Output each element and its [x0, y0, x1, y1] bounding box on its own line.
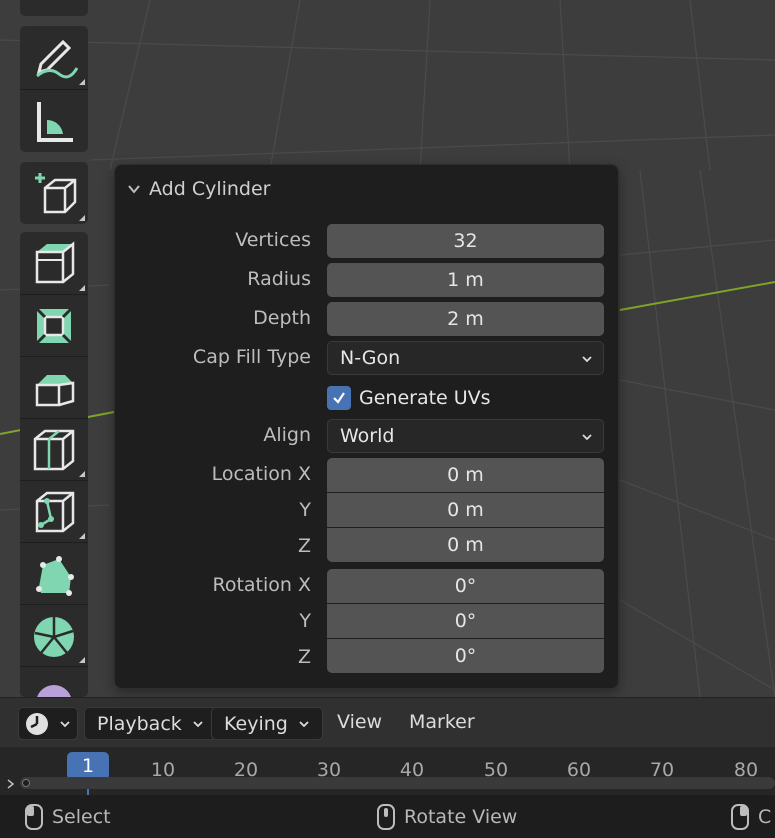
- loop-cut-icon: [33, 429, 75, 470]
- mouse-left-icon: [25, 804, 43, 830]
- add-cube-icon: [35, 173, 77, 214]
- measure-tool[interactable]: [20, 89, 88, 151]
- cap-fill-type-dropdown[interactable]: N-Gon: [327, 341, 604, 375]
- keying-menu[interactable]: Keying: [211, 707, 323, 740]
- extrude-tool[interactable]: [20, 232, 88, 294]
- status-select: Select: [24, 803, 111, 831]
- inset-faces-icon: [35, 307, 73, 344]
- align-label: Align: [263, 424, 311, 446]
- location-x-label: Location X: [211, 463, 311, 485]
- vertices-field[interactable]: 32: [327, 224, 604, 258]
- playback-menu[interactable]: Playback: [84, 707, 217, 740]
- status-rotate-view: Rotate View: [376, 803, 517, 831]
- inset-tool[interactable]: [20, 294, 88, 356]
- tool-group-add: [20, 162, 88, 224]
- spin-icon: [34, 616, 74, 657]
- timeline-header: Playback Keying View Marker: [0, 697, 775, 747]
- rotation-z-field[interactable]: 0°: [327, 639, 604, 673]
- radius-label: Radius: [247, 268, 311, 290]
- annotate-icon: [36, 39, 79, 79]
- location-y-label: Y: [299, 499, 311, 521]
- rotation-y-label: Y: [299, 610, 311, 632]
- location-z-field[interactable]: 0 m: [327, 528, 604, 562]
- knife-icon: [35, 491, 75, 532]
- rotation-y-field[interactable]: 0°: [327, 604, 604, 638]
- tool-group-top: [20, 0, 88, 16]
- view-menu[interactable]: View: [337, 711, 382, 733]
- measure-icon: [37, 101, 73, 142]
- location-z-label: Z: [297, 535, 311, 557]
- smooth-tool[interactable]: [20, 666, 88, 697]
- loop-cut-tool[interactable]: [20, 418, 88, 480]
- chevron-down-icon: [128, 185, 140, 194]
- knife-tool[interactable]: [20, 480, 88, 542]
- mouse-right-icon: [731, 804, 749, 830]
- depth-label: Depth: [253, 307, 311, 329]
- transform-tool[interactable]: [20, 0, 88, 22]
- poly-build-icon: [36, 555, 74, 596]
- chevron-down-icon: [582, 434, 592, 441]
- panel-title: Add Cylinder: [149, 178, 271, 200]
- radius-field[interactable]: 1 m: [327, 263, 604, 297]
- chevron-down-icon: [299, 720, 309, 727]
- operator-panel-add-cylinder[interactable]: Add Cylinder Vertices 32 Radius 1 m Dept…: [114, 164, 619, 689]
- 3d-viewport[interactable]: Add Cylinder Vertices 32 Radius 1 m Dept…: [0, 0, 775, 697]
- checkmark-icon: [327, 386, 351, 410]
- rotation-x-label: Rotation X: [212, 574, 311, 596]
- timeline[interactable]: 1 10 20 30 40 50 60 70 80: [0, 747, 775, 795]
- generate-uvs-checkbox[interactable]: Generate UVs: [327, 385, 491, 411]
- generate-uvs-label: Generate UVs: [359, 387, 491, 409]
- chevron-down-icon: [60, 720, 70, 727]
- status-bar: Select Rotate View C: [0, 795, 775, 838]
- poly-build-tool[interactable]: [20, 542, 88, 604]
- bevel-tool[interactable]: [20, 356, 88, 418]
- vertices-label: Vertices: [235, 229, 311, 251]
- x-axis-line: [619, 281, 775, 311]
- tool-group-annotate: [20, 26, 88, 152]
- align-dropdown[interactable]: World: [327, 419, 604, 453]
- annotate-tool[interactable]: [20, 26, 88, 88]
- add-cube-tool[interactable]: [20, 162, 88, 224]
- spin-tool[interactable]: [20, 604, 88, 666]
- chevron-down-icon: [193, 720, 203, 727]
- location-y-field[interactable]: 0 m: [327, 493, 604, 527]
- timeline-scrollbar[interactable]: [20, 777, 775, 789]
- editor-type-button[interactable]: [18, 707, 78, 740]
- panel-header[interactable]: Add Cylinder: [127, 177, 271, 201]
- marker-menu[interactable]: Marker: [409, 711, 475, 733]
- depth-field[interactable]: 2 m: [327, 302, 604, 336]
- bevel-icon: [35, 374, 75, 406]
- chevron-right-icon[interactable]: [6, 779, 16, 789]
- clock-icon: [26, 712, 48, 735]
- smooth-icon: [36, 684, 72, 697]
- mouse-middle-icon: [377, 804, 395, 830]
- cap-fill-type-label: Cap Fill Type: [192, 346, 311, 368]
- scrollbar-handle[interactable]: [22, 779, 30, 787]
- tool-group-mesh: [20, 232, 88, 697]
- rotation-x-field[interactable]: 0°: [327, 569, 604, 603]
- rotation-z-label: Z: [297, 646, 311, 668]
- extrude-region-icon: [35, 241, 75, 284]
- status-context-menu: C: [730, 803, 771, 831]
- chevron-down-icon: [582, 356, 592, 363]
- location-x-field[interactable]: 0 m: [327, 458, 604, 492]
- current-frame-indicator[interactable]: 1: [67, 752, 109, 780]
